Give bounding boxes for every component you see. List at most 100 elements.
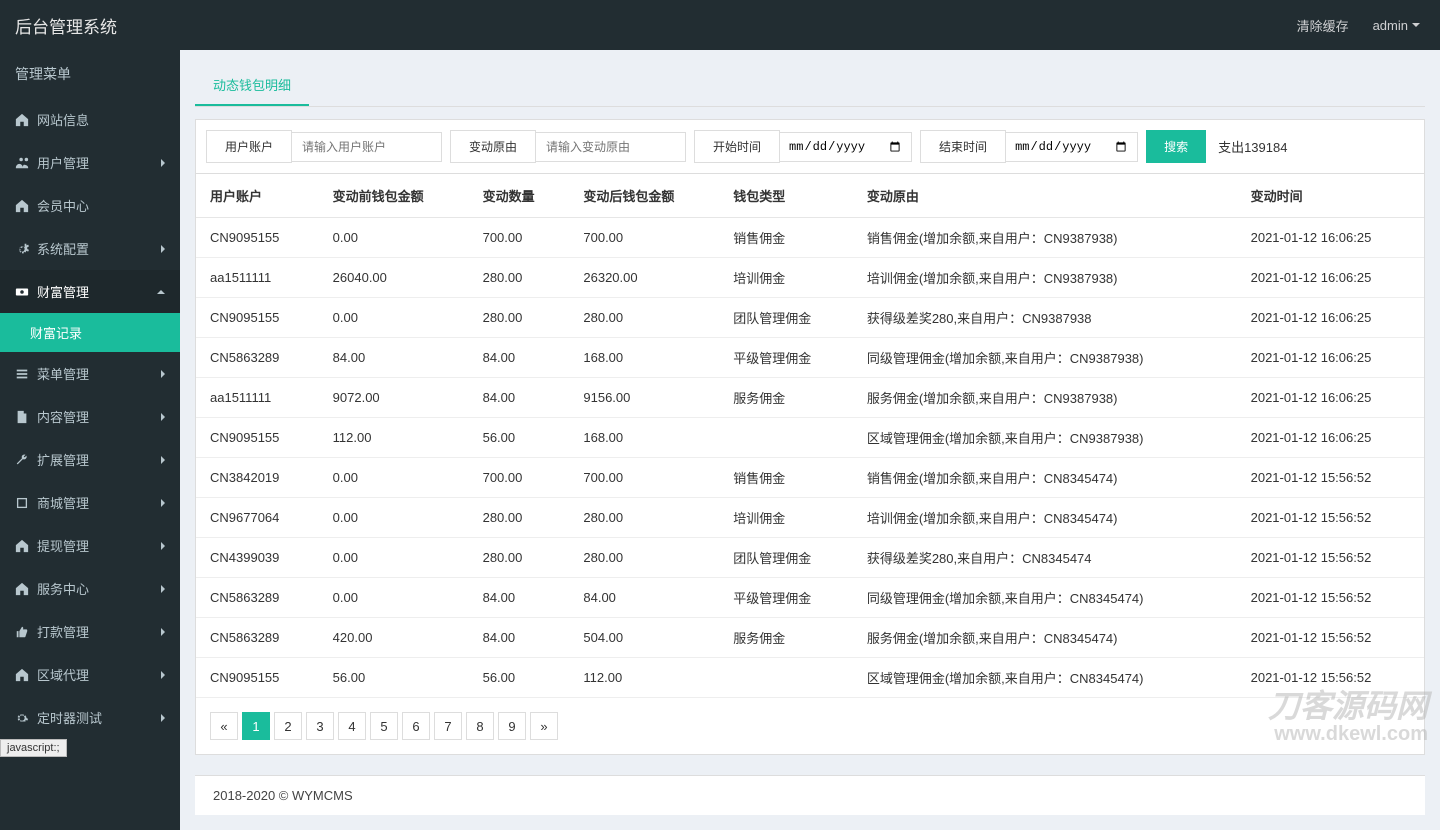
tabs: 动态钱包明细 — [195, 65, 1425, 107]
table-cell: 2021-01-12 15:56:52 — [1237, 538, 1424, 578]
table-cell: 区域管理佣金(增加余额,来自用户：CN8345474) — [853, 658, 1237, 698]
sidebar-item-6[interactable]: 内容管理 — [0, 395, 180, 438]
chevron-icon — [161, 159, 165, 167]
home-icon — [15, 582, 29, 596]
wrench-icon — [15, 453, 29, 467]
chevron-icon — [161, 628, 165, 636]
table-cell: 销售佣金 — [719, 458, 853, 498]
sidebar-item-label: 区域代理 — [37, 665, 161, 684]
sidebar-item-12[interactable]: 区域代理 — [0, 653, 180, 696]
table-cell: 团队管理佣金 — [719, 298, 853, 338]
table-cell: aa1511111 — [196, 378, 319, 418]
table-row: aa151111126040.00280.0026320.00培训佣金培训佣金(… — [196, 258, 1424, 298]
table-cell: 服务佣金 — [719, 378, 853, 418]
table-header: 变动前钱包金额 — [319, 174, 469, 218]
page-prev[interactable]: « — [210, 712, 238, 740]
sidebar-item-11[interactable]: 打款管理 — [0, 610, 180, 653]
table-cell: 280.00 — [469, 258, 570, 298]
table-cell: 2021-01-12 16:06:25 — [1237, 338, 1424, 378]
table-row: aa15111119072.0084.009156.00服务佣金服务佣金(增加余… — [196, 378, 1424, 418]
sidebar-item-label: 菜单管理 — [37, 364, 161, 383]
data-table: 用户账户变动前钱包金额变动数量变动后钱包金额钱包类型变动原由变动时间 CN909… — [196, 173, 1424, 698]
tab-wallet-detail[interactable]: 动态钱包明细 — [195, 65, 309, 106]
table-cell: 84.00 — [469, 618, 570, 658]
table-cell: CN5863289 — [196, 338, 319, 378]
home-icon — [15, 668, 29, 682]
clear-cache-link[interactable]: 清除缓存 — [1297, 16, 1349, 35]
table-cell: CN4399039 — [196, 538, 319, 578]
table-cell: 平级管理佣金 — [719, 578, 853, 618]
reason-input[interactable] — [536, 132, 686, 162]
table-cell: aa1511111 — [196, 258, 319, 298]
sidebar-item-1[interactable]: 用户管理 — [0, 141, 180, 184]
table-cell: CN9095155 — [196, 298, 319, 338]
table-cell: 280.00 — [469, 498, 570, 538]
table-row: CN90951550.00700.00700.00销售佣金销售佣金(增加余额,来… — [196, 218, 1424, 258]
page-3[interactable]: 3 — [306, 712, 334, 740]
sidebar: 管理菜单 网站信息用户管理会员中心系统配置财富管理财富记录菜单管理内容管理扩展管… — [0, 50, 180, 830]
chevron-icon — [161, 499, 165, 507]
table-cell: 获得级差奖280,来自用户：CN8345474 — [853, 538, 1237, 578]
table-cell: 9156.00 — [569, 378, 719, 418]
page-1[interactable]: 1 — [242, 712, 270, 740]
page-4[interactable]: 4 — [338, 712, 366, 740]
footer: 2018-2020 © WYMCMS — [195, 775, 1425, 815]
end-date-label: 结束时间 — [920, 130, 1006, 163]
table-cell: 84.00 — [469, 338, 570, 378]
sidebar-item-10[interactable]: 服务中心 — [0, 567, 180, 610]
sidebar-item-13[interactable]: 定时器测试 — [0, 696, 180, 739]
table-cell: 销售佣金(增加余额,来自用户：CN8345474) — [853, 458, 1237, 498]
table-cell: 培训佣金(增加余额,来自用户：CN9387938) — [853, 258, 1237, 298]
table-cell: 同级管理佣金(增加余额,来自用户：CN8345474) — [853, 578, 1237, 618]
table-cell: 280.00 — [469, 298, 570, 338]
table-cell: 2021-01-12 16:06:25 — [1237, 418, 1424, 458]
page-6[interactable]: 6 — [402, 712, 430, 740]
table-cell: 0.00 — [319, 458, 469, 498]
sidebar-item-0[interactable]: 网站信息 — [0, 98, 180, 141]
table-cell: 0.00 — [319, 578, 469, 618]
table-cell: CN9095155 — [196, 658, 319, 698]
table-cell: 2021-01-12 15:56:52 — [1237, 618, 1424, 658]
table-cell: CN3842019 — [196, 458, 319, 498]
header-right: 清除缓存 admin — [1297, 16, 1440, 35]
table-cell: 2021-01-12 16:06:25 — [1237, 258, 1424, 298]
page-9[interactable]: 9 — [498, 712, 526, 740]
table-cell: 平级管理佣金 — [719, 338, 853, 378]
sidebar-item-2[interactable]: 会员中心 — [0, 184, 180, 227]
table-row: CN43990390.00280.00280.00团队管理佣金获得级差奖280,… — [196, 538, 1424, 578]
table-header: 变动后钱包金额 — [569, 174, 719, 218]
sidebar-item-3[interactable]: 系统配置 — [0, 227, 180, 270]
browser-status-bar: javascript:; — [0, 739, 67, 757]
sidebar-item-label: 商城管理 — [37, 493, 161, 512]
search-button[interactable]: 搜索 — [1146, 130, 1206, 163]
main-panel: 用户账户 变动原由 开始时间 结束时间 搜索 支出139184 用户账户变动前钱… — [195, 119, 1425, 755]
table-cell: 销售佣金(增加余额,来自用户：CN9387938) — [853, 218, 1237, 258]
table-cell: 团队管理佣金 — [719, 538, 853, 578]
end-date-input[interactable] — [1006, 132, 1138, 162]
table-cell: 504.00 — [569, 618, 719, 658]
chevron-icon — [161, 370, 165, 378]
account-input[interactable] — [292, 132, 442, 162]
sidebar-item-4[interactable]: 财富管理 — [0, 270, 180, 313]
sidebar-sub-item[interactable]: 财富记录 — [0, 313, 180, 352]
table-cell: 培训佣金(增加余额,来自用户：CN8345474) — [853, 498, 1237, 538]
page-8[interactable]: 8 — [466, 712, 494, 740]
page-next[interactable]: » — [530, 712, 558, 740]
start-date-input[interactable] — [780, 132, 912, 162]
sidebar-item-7[interactable]: 扩展管理 — [0, 438, 180, 481]
sidebar-item-5[interactable]: 菜单管理 — [0, 352, 180, 395]
sidebar-item-9[interactable]: 提现管理 — [0, 524, 180, 567]
home-icon — [15, 113, 29, 127]
list-icon — [15, 367, 29, 381]
page-7[interactable]: 7 — [434, 712, 462, 740]
sidebar-item-8[interactable]: 商城管理 — [0, 481, 180, 524]
page-2[interactable]: 2 — [274, 712, 302, 740]
sidebar-item-label: 系统配置 — [37, 239, 161, 258]
page-5[interactable]: 5 — [370, 712, 398, 740]
user-dropdown[interactable]: admin — [1373, 18, 1420, 33]
table-row: CN5863289420.0084.00504.00服务佣金服务佣金(增加余额,… — [196, 618, 1424, 658]
filter-row: 用户账户 变动原由 开始时间 结束时间 搜索 支出139184 — [196, 120, 1424, 173]
table-cell — [719, 658, 853, 698]
table-cell: CN9677064 — [196, 498, 319, 538]
content-area: 动态钱包明细 用户账户 变动原由 开始时间 结束时间 搜索 支出139184 用… — [180, 50, 1440, 830]
